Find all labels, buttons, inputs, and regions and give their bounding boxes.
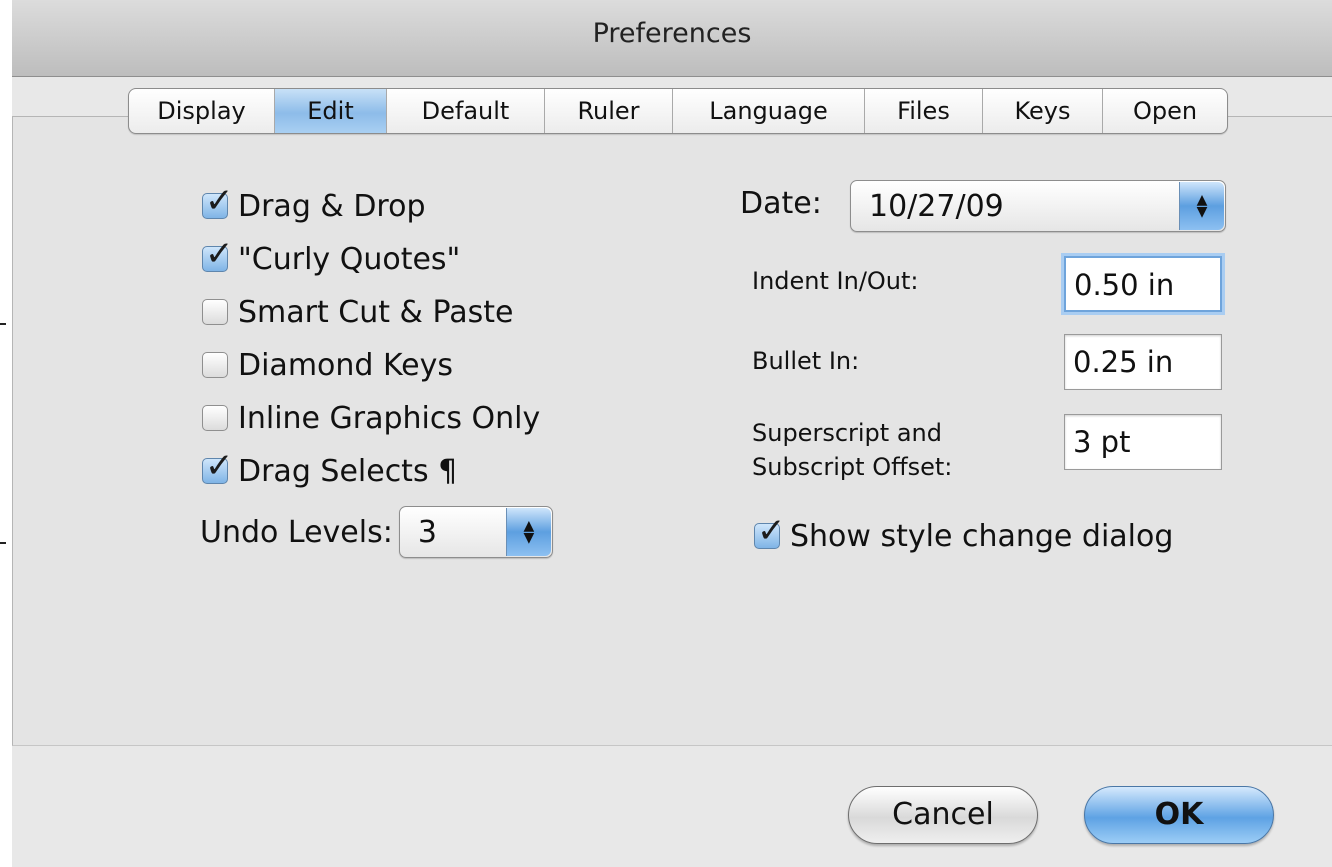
indent-label: Indent In/Out: <box>752 267 919 295</box>
option-label: Diamond Keys <box>238 347 454 383</box>
option-inline-graphics[interactable]: Inline Graphics Only <box>202 398 540 438</box>
checkbox[interactable] <box>202 299 228 325</box>
checkmark-icon: ✓ <box>205 234 234 274</box>
tab-open[interactable]: Open <box>1103 89 1227 133</box>
checkbox[interactable] <box>202 405 228 431</box>
date-label: Date: <box>740 186 822 221</box>
checkmark-icon: ✓ <box>205 446 234 486</box>
indent-field[interactable]: 0.50 in <box>1064 256 1222 312</box>
option-label: Drag Selects ¶ <box>238 453 458 489</box>
updown-arrows-icon: ▲ ▼ <box>505 508 551 556</box>
option-label: Show style change dialog <box>790 518 1174 554</box>
window-title: Preferences <box>592 18 752 49</box>
undo-levels-value: 3 <box>417 514 437 550</box>
title-bar[interactable]: Preferences <box>12 0 1332 77</box>
undo-levels-popup[interactable]: 3 ▲ ▼ <box>398 506 553 558</box>
tab-default[interactable]: Default <box>387 89 545 133</box>
tab-files[interactable]: Files <box>865 89 983 133</box>
checkbox[interactable]: ✓ <box>754 514 786 549</box>
option-drag-selects[interactable]: ✓ Drag Selects ¶ <box>202 449 458 491</box>
tab-language[interactable]: Language <box>673 89 865 133</box>
updown-arrows-icon: ▲ ▼ <box>1179 182 1224 230</box>
tab-bar: Display Edit Default Ruler Language File… <box>128 88 1228 134</box>
offset-label-line1: Superscript and <box>752 419 942 447</box>
option-label: Drag & Drop <box>238 188 426 224</box>
tab-ruler[interactable]: Ruler <box>545 89 673 133</box>
edge-tick <box>0 542 6 544</box>
bullet-field[interactable]: 0.25 in <box>1064 334 1222 390</box>
option-diamond-keys[interactable]: Diamond Keys <box>202 345 453 385</box>
date-format-popup[interactable]: 10/27/09 ▲ ▼ <box>850 180 1226 232</box>
checkbox[interactable]: ✓ <box>202 237 234 272</box>
offset-field[interactable]: 3 pt <box>1064 414 1222 470</box>
option-label: Inline Graphics Only <box>238 400 541 436</box>
edge-tick <box>0 323 6 325</box>
option-label: Smart Cut & Paste <box>238 294 514 330</box>
preferences-window: Preferences Display Edit Default Ruler L… <box>12 0 1332 867</box>
offset-label-line2: Subscript Offset: <box>752 453 953 481</box>
bullet-label: Bullet In: <box>752 347 860 375</box>
undo-levels-label: Undo Levels: <box>200 514 393 550</box>
tab-display[interactable]: Display <box>129 89 275 133</box>
option-drag-drop[interactable]: ✓ Drag & Drop <box>202 184 426 226</box>
undo-levels-group: Undo Levels: 3 ▲ ▼ <box>200 506 553 558</box>
option-curly-quotes[interactable]: ✓ "Curly Quotes" <box>202 237 461 279</box>
ok-button[interactable]: OK <box>1084 786 1274 844</box>
checkbox[interactable] <box>202 352 228 378</box>
option-show-style-dialog[interactable]: ✓ Show style change dialog <box>754 514 1174 556</box>
tab-keys[interactable]: Keys <box>983 89 1103 133</box>
option-label: "Curly Quotes" <box>238 241 461 277</box>
checkmark-icon: ✓ <box>205 181 234 221</box>
checkbox[interactable]: ✓ <box>202 184 234 219</box>
date-value: 10/27/09 <box>869 188 1004 224</box>
checkmark-icon: ✓ <box>757 511 786 551</box>
option-smart-cut-paste[interactable]: Smart Cut & Paste <box>202 292 513 332</box>
tab-edit[interactable]: Edit <box>275 89 387 133</box>
cancel-button[interactable]: Cancel <box>848 786 1038 844</box>
checkbox[interactable]: ✓ <box>202 449 234 484</box>
